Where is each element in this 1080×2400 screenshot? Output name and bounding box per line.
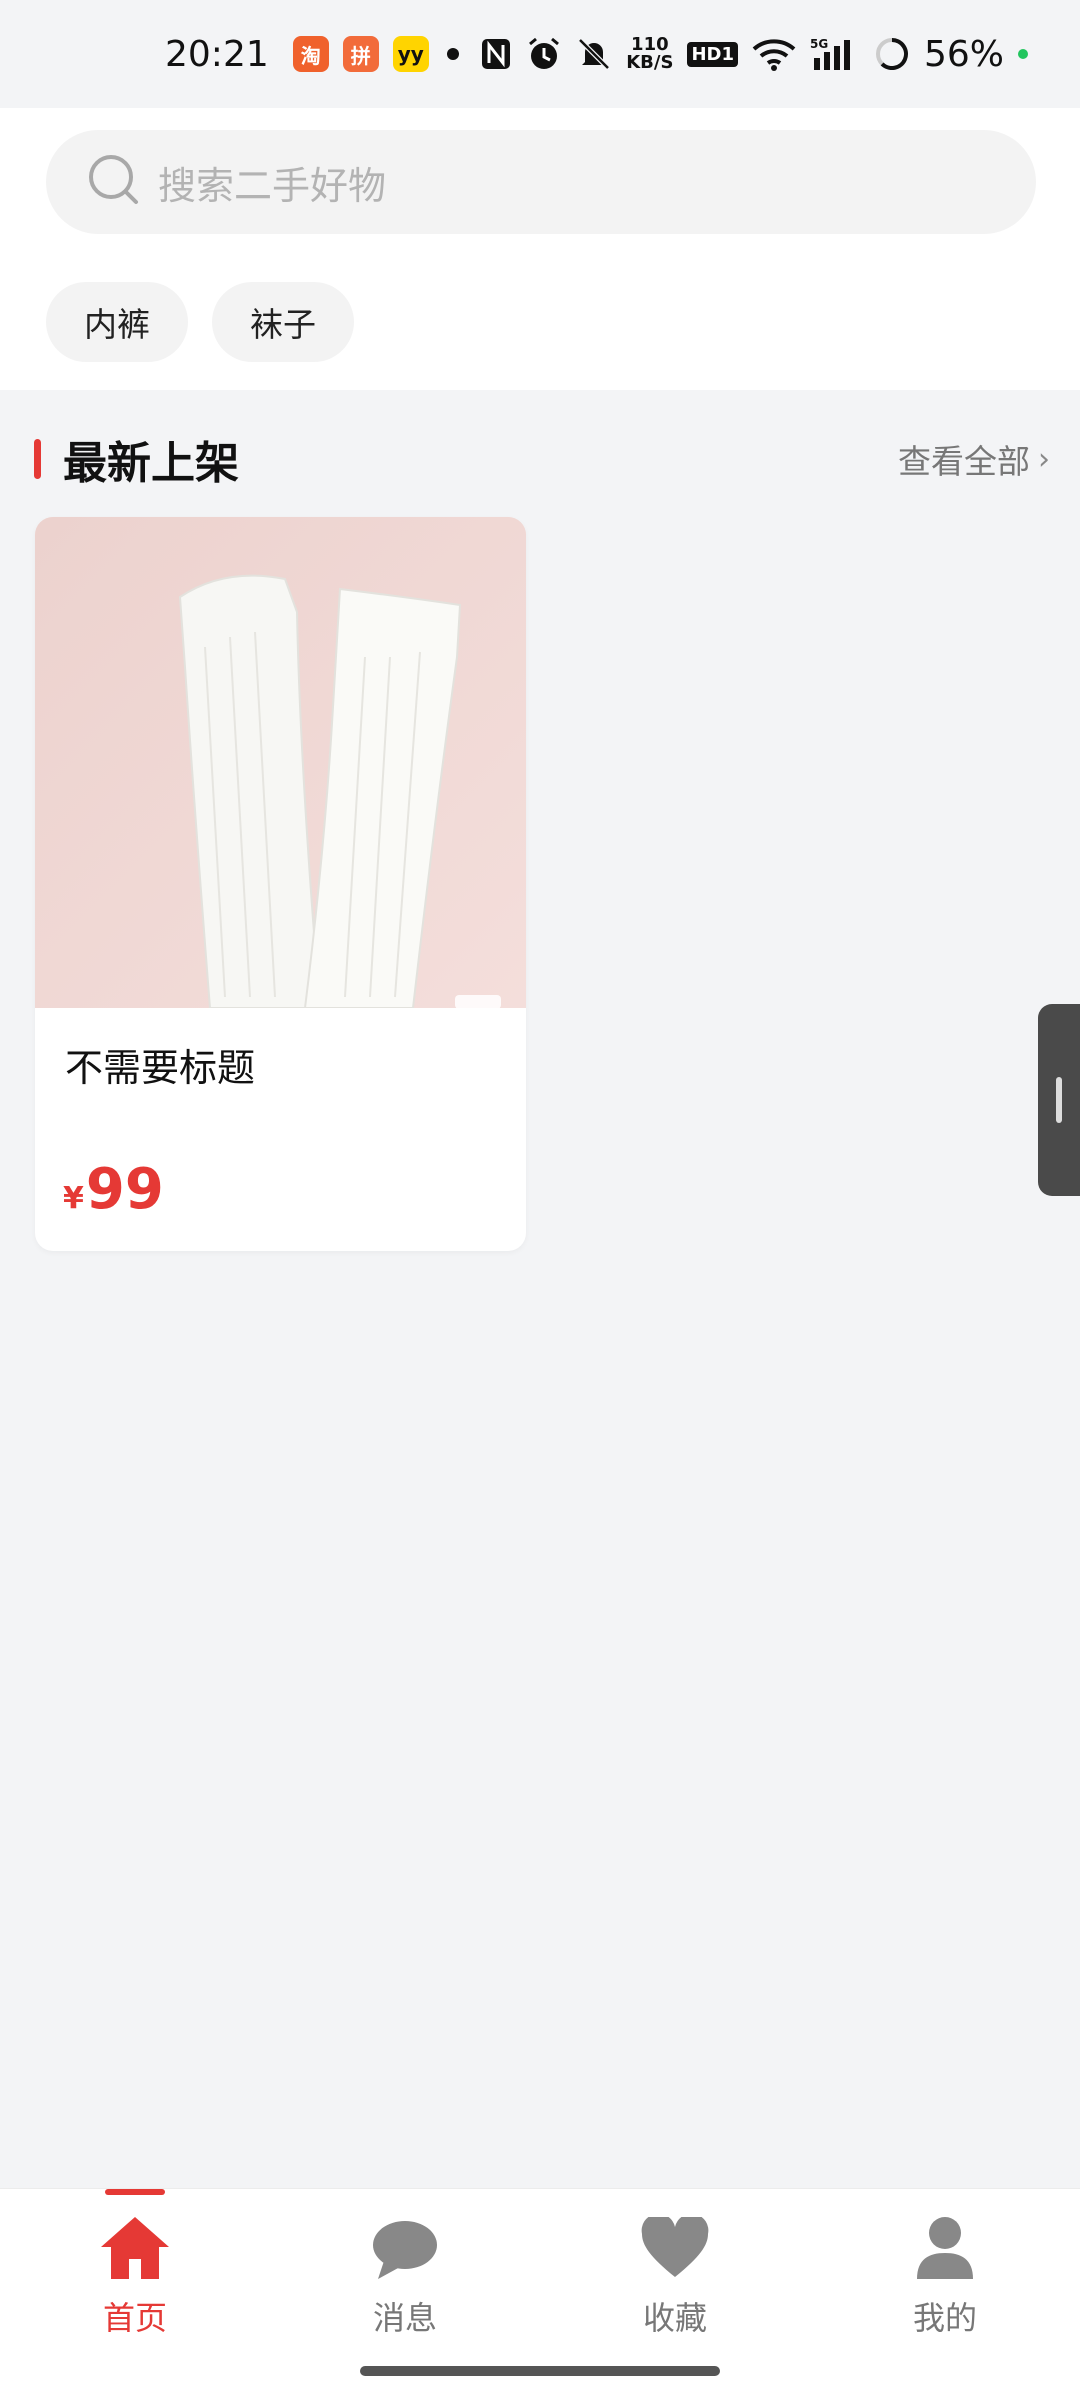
chevron-right-icon: › [1038, 441, 1050, 477]
product-price: ¥ 99 [63, 1157, 164, 1222]
home-gesture-bar[interactable] [360, 2366, 720, 2376]
wifi-icon [752, 37, 796, 71]
search-icon [86, 152, 142, 212]
section-title: 最新上架 [63, 438, 239, 489]
nav-item-profile[interactable]: 我的 [810, 2189, 1080, 2339]
product-image [35, 517, 526, 1009]
pinduoduo-icon: 拼 [342, 36, 379, 72]
view-all-label: 查看全部 [898, 442, 1030, 481]
chat-icon [370, 2217, 440, 2285]
nav-item-favorites[interactable]: 收藏 [540, 2189, 810, 2339]
price-currency-symbol: ¥ [63, 1181, 84, 1216]
privacy-indicator-dot [1018, 49, 1028, 59]
network-speed: 110 KB/S [626, 36, 673, 72]
notification-dot [446, 48, 459, 60]
search-input[interactable]: 搜索二手好物 [46, 130, 1036, 234]
cellular-signal-icon: 5G [810, 36, 860, 72]
nav-item-messages[interactable]: 消息 [270, 2189, 540, 2339]
battery-ring-icon [874, 36, 910, 72]
section-header: 最新上架 查看全部 › [34, 424, 1050, 494]
status-time: 20:21 [165, 33, 269, 75]
tag-chip[interactable]: 袜子 [212, 282, 354, 362]
app-screen: 20:21 淘 拼 yy 110 KB/S HD1 5G 56% 搜索二手好物 … [0, 0, 1080, 2400]
search-placeholder: 搜索二手好物 [158, 163, 387, 208]
price-value: 99 [85, 1157, 164, 1222]
heart-icon [640, 2213, 710, 2285]
battery-percent: 56% [923, 33, 1004, 75]
user-icon [913, 2215, 977, 2285]
nav-label: 收藏 [642, 2299, 707, 2337]
speed-unit: KB/S [626, 52, 674, 73]
home-icon [97, 2213, 173, 2285]
section-accent-bar [34, 439, 41, 479]
grip-icon [1056, 1077, 1062, 1123]
product-title: 不需要标题 [65, 1046, 256, 1090]
view-all-link[interactable]: 查看全部 › [898, 435, 1050, 483]
active-tab-indicator [105, 2189, 165, 2195]
nav-label: 首页 [102, 2299, 167, 2337]
network-type-label: 5G [810, 37, 828, 51]
taobao-icon: 淘 [292, 36, 329, 72]
mute-bell-icon [576, 36, 612, 72]
tag-list: 内裤 袜子 [46, 282, 354, 362]
nav-label: 我的 [912, 2299, 977, 2337]
status-bar: 20:21 淘 拼 yy 110 KB/S HD1 5G 56% [0, 0, 1080, 108]
header-area: 搜索二手好物 内裤 袜子 [0, 108, 1080, 390]
tag-chip[interactable]: 内裤 [46, 282, 188, 362]
yy-icon: yy [392, 36, 429, 72]
side-drawer-handle[interactable] [1038, 1004, 1080, 1196]
notification-app-icons: 淘 拼 yy [292, 36, 429, 72]
nav-item-home[interactable]: 首页 [0, 2189, 270, 2339]
nav-label: 消息 [372, 2299, 437, 2337]
nfc-icon [480, 37, 512, 71]
product-card[interactable]: 不需要标题 ¥ 99 [35, 517, 526, 1251]
alarm-icon [526, 36, 562, 72]
status-right-icons: 110 KB/S HD1 5G 56% [480, 34, 1028, 75]
hd-badge: HD1 [687, 41, 738, 67]
